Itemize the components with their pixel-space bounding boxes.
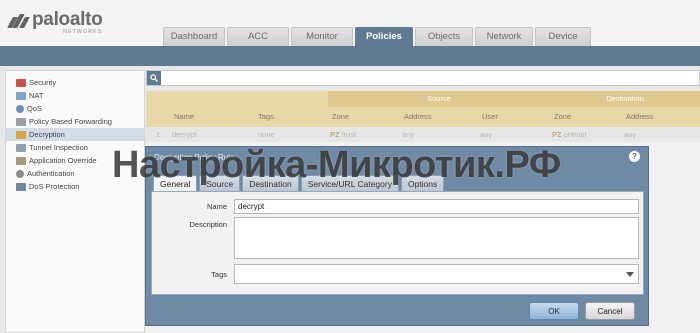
- tab-policies[interactable]: Policies: [355, 27, 413, 46]
- nat-icon: [16, 91, 26, 100]
- lock-icon: [16, 130, 26, 139]
- column-header-name[interactable]: Name: [172, 107, 194, 127]
- sidebar-item-label: DoS Protection: [29, 182, 80, 191]
- dialog-tab-source[interactable]: Source: [199, 175, 241, 192]
- sidebar-item-decryption[interactable]: Decryption: [6, 128, 144, 141]
- app-override-icon: [16, 156, 26, 165]
- sidebar-item-label: Decryption: [29, 130, 65, 139]
- brand-subtitle: NETWORKS: [63, 29, 103, 35]
- tab-acc[interactable]: ACC: [227, 27, 289, 46]
- forwarding-icon: [16, 117, 26, 126]
- zone-icon: PZ: [330, 130, 340, 139]
- sidebar-item-dos-protection[interactable]: DoS Protection: [6, 180, 144, 193]
- table-header-row: Name Tags Zone Address User Zone Address: [146, 107, 700, 127]
- sidebar-item-label: Security: [29, 78, 57, 87]
- sidebar-item-security[interactable]: Security: [6, 76, 144, 89]
- rule-tags: none: [258, 130, 275, 139]
- sidebar-item-label: NAT: [29, 91, 44, 100]
- ok-button[interactable]: OK: [529, 302, 579, 320]
- paloalto-logo: paloalto NETWORKS: [7, 9, 103, 35]
- dialog-title: Decryption Policy Rule: [154, 153, 235, 162]
- tab-objects[interactable]: Objects: [415, 27, 473, 46]
- table-row[interactable]: 1 decrypt none PZ trust any any PZ untrust…: [146, 127, 700, 142]
- tags-select[interactable]: [234, 264, 639, 284]
- chevron-down-icon[interactable]: [626, 272, 634, 277]
- help-icon[interactable]: ?: [629, 151, 640, 162]
- dialog-tab-general[interactable]: General: [153, 175, 198, 192]
- column-header-destination-zone[interactable]: Zone: [552, 107, 571, 127]
- tab-dashboard[interactable]: Dashboard: [163, 27, 225, 46]
- dialog-tab-service-url-category[interactable]: Service/URL Category: [300, 175, 399, 192]
- rules-table: Source Destination Name Tags Zone Addres…: [146, 91, 700, 142]
- rule-source-address: any: [402, 130, 415, 139]
- app-header: paloalto NETWORKS Dashboard ACC Monitor …: [0, 0, 700, 46]
- dialog-tab-options[interactable]: Options: [400, 175, 445, 192]
- rule-name[interactable]: decrypt: [172, 127, 197, 142]
- tab-network[interactable]: Network: [475, 27, 533, 46]
- column-header-source-user[interactable]: User: [480, 107, 498, 127]
- rule-destination-zone: PZ untrust: [552, 130, 587, 139]
- rule-destination-address: any: [624, 130, 637, 139]
- shield-icon: [16, 78, 26, 87]
- zone-icon: PZ: [552, 130, 562, 139]
- tab-accent-strip: [0, 46, 700, 66]
- sidebar-item-pbf[interactable]: Policy Based Forwarding: [6, 115, 144, 128]
- decryption-rule-dialog: Decryption Policy Rule ? General Source …: [145, 146, 649, 326]
- policy-sidebar: Security NAT QoS Policy Based Forwarding…: [5, 70, 145, 333]
- column-header-source-zone[interactable]: Zone: [330, 107, 349, 127]
- rule-filter-input[interactable]: [146, 70, 700, 86]
- column-header-tags[interactable]: Tags: [256, 107, 274, 127]
- sidebar-item-application-override[interactable]: Application Override: [6, 154, 144, 167]
- main-tabs: Dashboard ACC Monitor Policies Objects N…: [163, 27, 593, 46]
- description-field[interactable]: [234, 217, 639, 259]
- column-header-source-address[interactable]: Address: [402, 107, 432, 127]
- sidebar-item-authentication[interactable]: Authentication: [6, 167, 144, 180]
- tags-label: Tags: [211, 270, 227, 279]
- rule-source-user: any: [480, 130, 493, 139]
- name-field[interactable]: decrypt: [234, 199, 639, 214]
- sidebar-item-tunnel-inspection[interactable]: Tunnel Inspection: [6, 141, 144, 154]
- sidebar-item-label: Policy Based Forwarding: [29, 117, 112, 126]
- dialog-tab-destination[interactable]: Destination: [242, 175, 299, 192]
- paloalto-logo-icon: [7, 14, 30, 31]
- sidebar-item-label: Tunnel Inspection: [29, 143, 88, 152]
- name-label: Name: [206, 202, 227, 211]
- rule-source-zone: PZ trust: [330, 130, 357, 139]
- tab-device[interactable]: Device: [535, 27, 591, 46]
- rule-number: 1: [156, 130, 161, 139]
- sidebar-item-label: Authentication: [27, 169, 75, 178]
- dos-icon: [16, 182, 26, 191]
- qos-icon: [16, 104, 24, 113]
- tab-monitor[interactable]: Monitor: [291, 27, 353, 46]
- user-icon: [16, 169, 24, 178]
- sidebar-item-label: QoS: [27, 104, 43, 113]
- search-icon[interactable]: [147, 71, 161, 85]
- description-label: Description: [189, 220, 227, 229]
- sidebar-item-qos[interactable]: QoS: [6, 102, 144, 115]
- sidebar-item-nat[interactable]: NAT: [6, 89, 144, 102]
- sidebar-item-label: Application Override: [29, 156, 97, 165]
- brand-name: paloalto: [32, 9, 103, 30]
- tunnel-icon: [16, 143, 26, 152]
- column-header-destination-address[interactable]: Address: [624, 107, 654, 127]
- cancel-button[interactable]: Cancel: [585, 302, 635, 320]
- dialog-tabs: General Source Destination Service/URL C…: [153, 175, 446, 192]
- dialog-body: Name decrypt Description Tags: [151, 191, 644, 295]
- table-group-header-row: Source Destination: [146, 91, 700, 127]
